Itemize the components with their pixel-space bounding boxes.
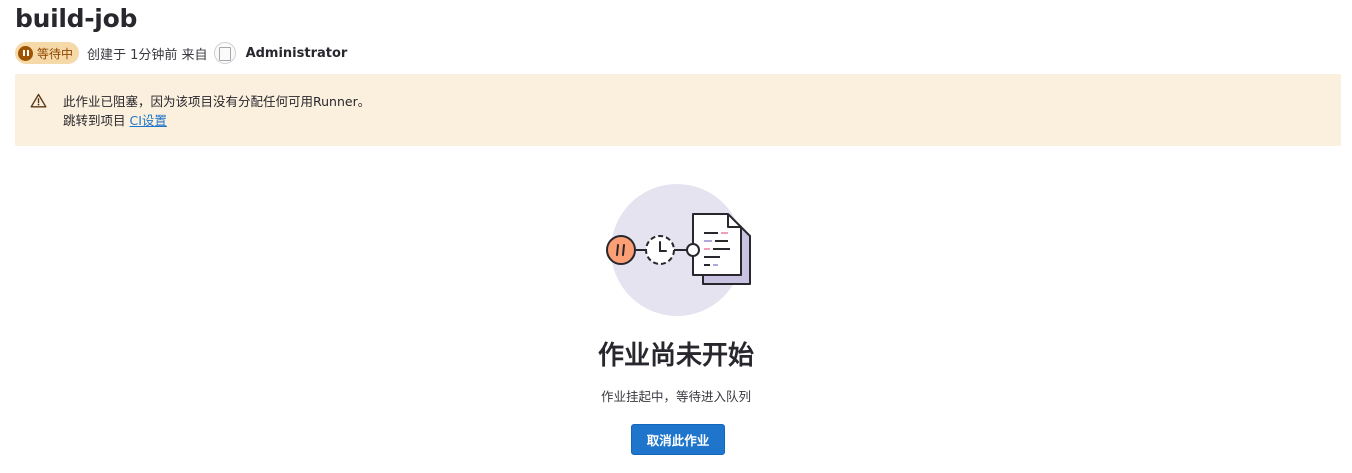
pause-node-icon (606, 235, 636, 265)
alert-message: 此作业已阻塞，因为该项目没有分配任何可用Runner。 (63, 94, 371, 109)
status-badge-label: 等待中 (37, 46, 74, 61)
connector-node (686, 243, 700, 257)
job-meta: 等待中 创建于 1分钟前 来自 Administrator (15, 41, 347, 65)
empty-state-description: 作业挂起中，等待进入队列 (600, 389, 751, 404)
cancel-job-button[interactable]: 取消此作业 (631, 424, 725, 455)
status-badge[interactable]: 等待中 (15, 42, 80, 64)
avatar[interactable] (213, 42, 236, 64)
created-text: 创建于 1分钟前 来自 (87, 47, 208, 63)
blocked-alert: 此作业已阻塞，因为该项目没有分配任何可用Runner。 跳转到项目 CI设置 (15, 74, 1341, 146)
author-name[interactable]: Administrator (246, 46, 348, 61)
alert-jump: 跳转到项目 CI设置 (63, 112, 167, 130)
empty-state-title: 作业尚未开始 (597, 341, 754, 371)
job-pending-illustration (606, 184, 751, 316)
ci-settings-link[interactable]: CI设置 (130, 113, 167, 128)
pause-icon (18, 45, 33, 61)
page-title: build-job (15, 4, 138, 33)
warning-icon (30, 93, 47, 108)
alert-jump-prefix: 跳转到项目 (63, 113, 126, 128)
